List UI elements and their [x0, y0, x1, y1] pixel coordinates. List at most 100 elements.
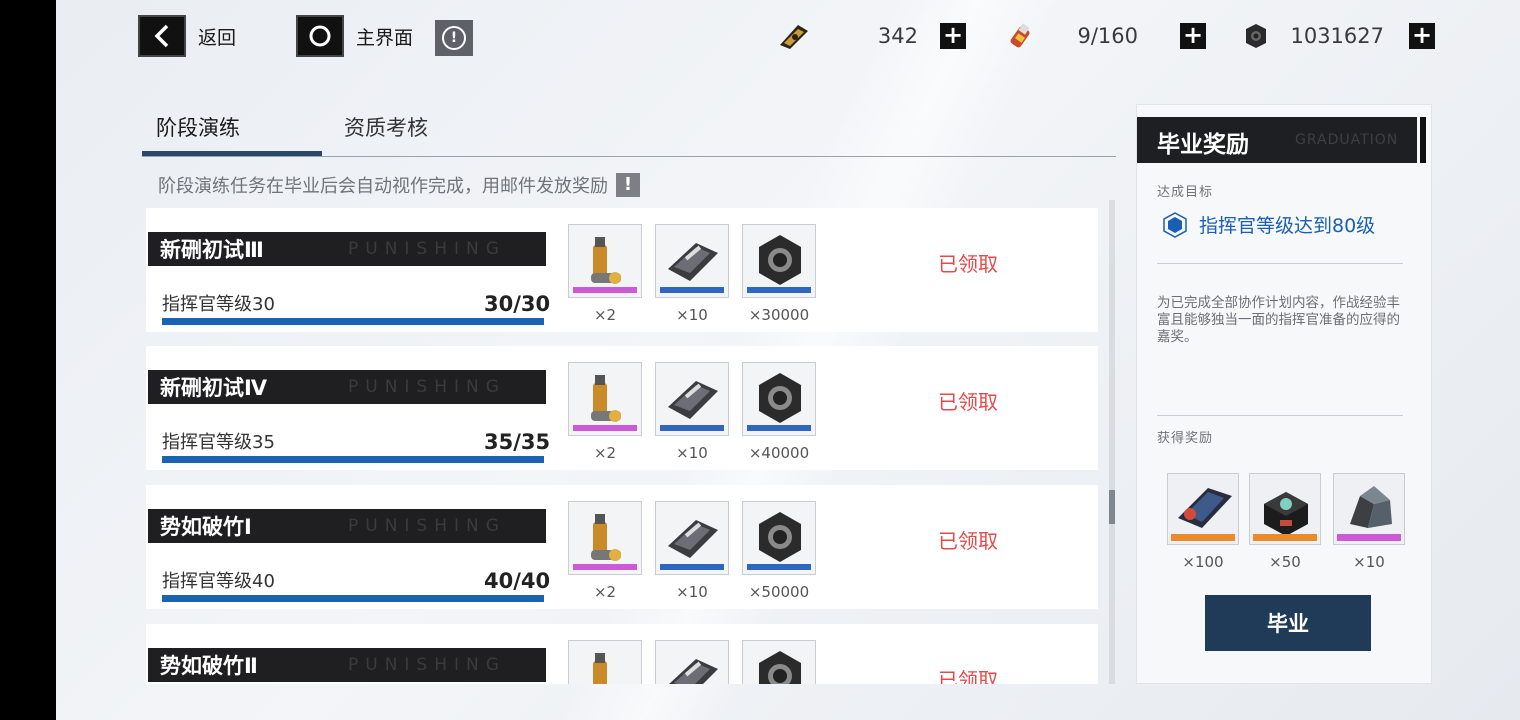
reward-item[interactable]	[568, 640, 642, 684]
rarity-strip	[660, 287, 724, 293]
goal-text: 指挥官等级达到80级	[1199, 215, 1376, 237]
cog-coin-icon	[1246, 24, 1266, 48]
graduate-button[interactable]: 毕业	[1205, 595, 1371, 651]
claimed-status: 已领取	[938, 252, 998, 276]
resource-serum: 9/160 +	[1006, 20, 1206, 52]
resource-blackcard: 342 +	[776, 20, 966, 52]
tab-divider	[142, 156, 1116, 157]
reward-item[interactable]	[742, 640, 816, 684]
cog-value: 1031627	[1290, 24, 1384, 48]
task-progress: 30/30	[484, 292, 551, 316]
task-progress-bar	[162, 456, 544, 463]
task-card: 新硎初试Ⅳ PUNISHING 指挥官等级35 35/35 ×2 ×10 ×40000 已领取	[146, 346, 1098, 470]
goal-label: 达成目标	[1157, 185, 1214, 200]
reward-count: ×2	[593, 306, 617, 324]
reward-count: ×2	[593, 583, 617, 601]
task-card: 势如破竹Ⅱ PUNISHING 已领取	[146, 624, 1098, 684]
tab-qualification[interactable]: 资质考核	[344, 112, 428, 142]
rarity-strip	[573, 425, 637, 431]
tab-stage-drill[interactable]: 阶段演练	[156, 112, 240, 142]
resource-cog: 1031627 +	[1238, 20, 1435, 52]
panel-description: 为已完成全部协作计划内容，作战经验丰富且能够独当一面的指挥官准备的应得的嘉奖。	[1157, 295, 1400, 345]
reward-count: ×30000	[748, 306, 810, 324]
panel-title-watermark: GRADUATION	[1295, 132, 1399, 148]
scrollbar-track[interactable]	[1109, 200, 1115, 684]
notice-text: 阶段演练任务在毕业后会自动视作完成，用邮件发放奖励	[158, 176, 608, 197]
task-title: 势如破竹Ⅰ	[160, 515, 252, 539]
panel-divider	[1157, 263, 1403, 264]
rarity-strip	[660, 425, 724, 431]
rarity-strip	[573, 564, 637, 570]
goal: 指挥官等级达到80级	[1163, 211, 1375, 238]
task-progress-fill	[162, 595, 544, 602]
reward-ore-crystal[interactable]	[1333, 473, 1405, 545]
task-title-bar: 新硎初试Ⅳ PUNISHING	[148, 370, 546, 404]
exp-canister-icon	[569, 641, 641, 684]
task-watermark: PUNISHING	[348, 239, 506, 259]
hexagon-icon	[1163, 211, 1187, 238]
rarity-strip	[660, 564, 724, 570]
claimed-status: 已领取	[938, 668, 998, 684]
task-title-bar: 势如破竹Ⅱ PUNISHING	[148, 648, 546, 682]
panel-title: 毕业奖励	[1157, 132, 1249, 158]
reward-item[interactable]	[655, 640, 729, 684]
hex-nut-icon	[743, 641, 815, 684]
chevron-left-icon	[138, 15, 186, 57]
task-progress-bar	[162, 318, 544, 325]
chip-module-icon	[656, 641, 728, 684]
reward-item[interactable]	[742, 362, 816, 436]
task-list[interactable]: 新硎初试Ⅲ PUNISHING 指挥官等级30 30/30 ×2 ×10 ×30000 已领取…	[146, 208, 1110, 684]
task-progress: 40/40	[484, 569, 551, 593]
home-label: 主界面	[356, 26, 414, 49]
task-condition: 指挥官等级40	[162, 571, 275, 592]
add-serum-button[interactable]: +	[1180, 23, 1206, 49]
top-bar: 返回 主界面 ! 342 + 9/160 + 1031627 +	[56, 0, 1520, 80]
task-condition: 指挥官等级30	[162, 294, 275, 315]
reward-item[interactable]	[568, 501, 642, 575]
task-card: 新硎初试Ⅲ PUNISHING 指挥官等级30 30/30 ×2 ×10 ×30000 已领取	[146, 208, 1098, 332]
reward-count: ×10	[676, 444, 708, 462]
back-label: 返回	[198, 26, 237, 49]
panel-header: 毕业奖励 GRADUATION	[1137, 117, 1417, 163]
blackcard-ticket-icon	[780, 25, 808, 49]
reward-item[interactable]	[742, 501, 816, 575]
home-circle-icon	[296, 15, 344, 57]
exclamation-icon[interactable]: !	[616, 173, 640, 197]
task-progress-bar	[162, 595, 544, 602]
claimed-status: 已领取	[938, 390, 998, 414]
reward-item[interactable]	[655, 501, 729, 575]
reward-item[interactable]	[742, 224, 816, 298]
task-title-bar: 势如破竹Ⅰ PUNISHING	[148, 509, 546, 543]
reward-item[interactable]	[568, 224, 642, 298]
add-blackcard-button[interactable]: +	[940, 23, 966, 49]
scrollbar-thumb[interactable]	[1109, 490, 1115, 524]
task-title: 新硎初试Ⅳ	[160, 376, 268, 400]
reward-supply-card[interactable]	[1167, 473, 1239, 545]
reward-count: ×2	[593, 444, 617, 462]
rarity-strip	[747, 425, 811, 431]
reward-count: ×50	[1269, 553, 1301, 571]
panel-header-bar	[1420, 117, 1426, 163]
add-cog-button[interactable]: +	[1409, 23, 1435, 49]
graduation-panel: 毕业奖励 GRADUATION 达成目标 指挥官等级达到80级 为已完成全部协作…	[1136, 104, 1432, 684]
reward-supply-chest[interactable]	[1249, 473, 1321, 545]
rarity-strip	[573, 287, 637, 293]
reward-item[interactable]	[655, 362, 729, 436]
task-condition: 指挥官等级35	[162, 432, 275, 453]
reward-item[interactable]	[655, 224, 729, 298]
notice: 阶段演练任务在毕业后会自动视作完成，用邮件发放奖励 !	[158, 172, 640, 198]
reward-item[interactable]	[568, 362, 642, 436]
left-black-bar	[0, 0, 56, 720]
home-button[interactable]: 主界面	[296, 15, 414, 57]
task-title: 新硎初试Ⅲ	[160, 238, 264, 262]
reward-count: ×50000	[748, 583, 810, 601]
reward-count: ×10	[676, 583, 708, 601]
blackcard-value: 342	[877, 24, 918, 48]
rarity-strip	[747, 564, 811, 570]
reward-count: ×10	[676, 306, 708, 324]
task-watermark: PUNISHING	[348, 516, 506, 536]
reward-count: ×10	[1353, 553, 1385, 571]
back-button[interactable]: 返回	[138, 15, 237, 57]
info-icon[interactable]: !	[435, 20, 473, 56]
task-title-bar: 新硎初试Ⅲ PUNISHING	[148, 232, 546, 266]
